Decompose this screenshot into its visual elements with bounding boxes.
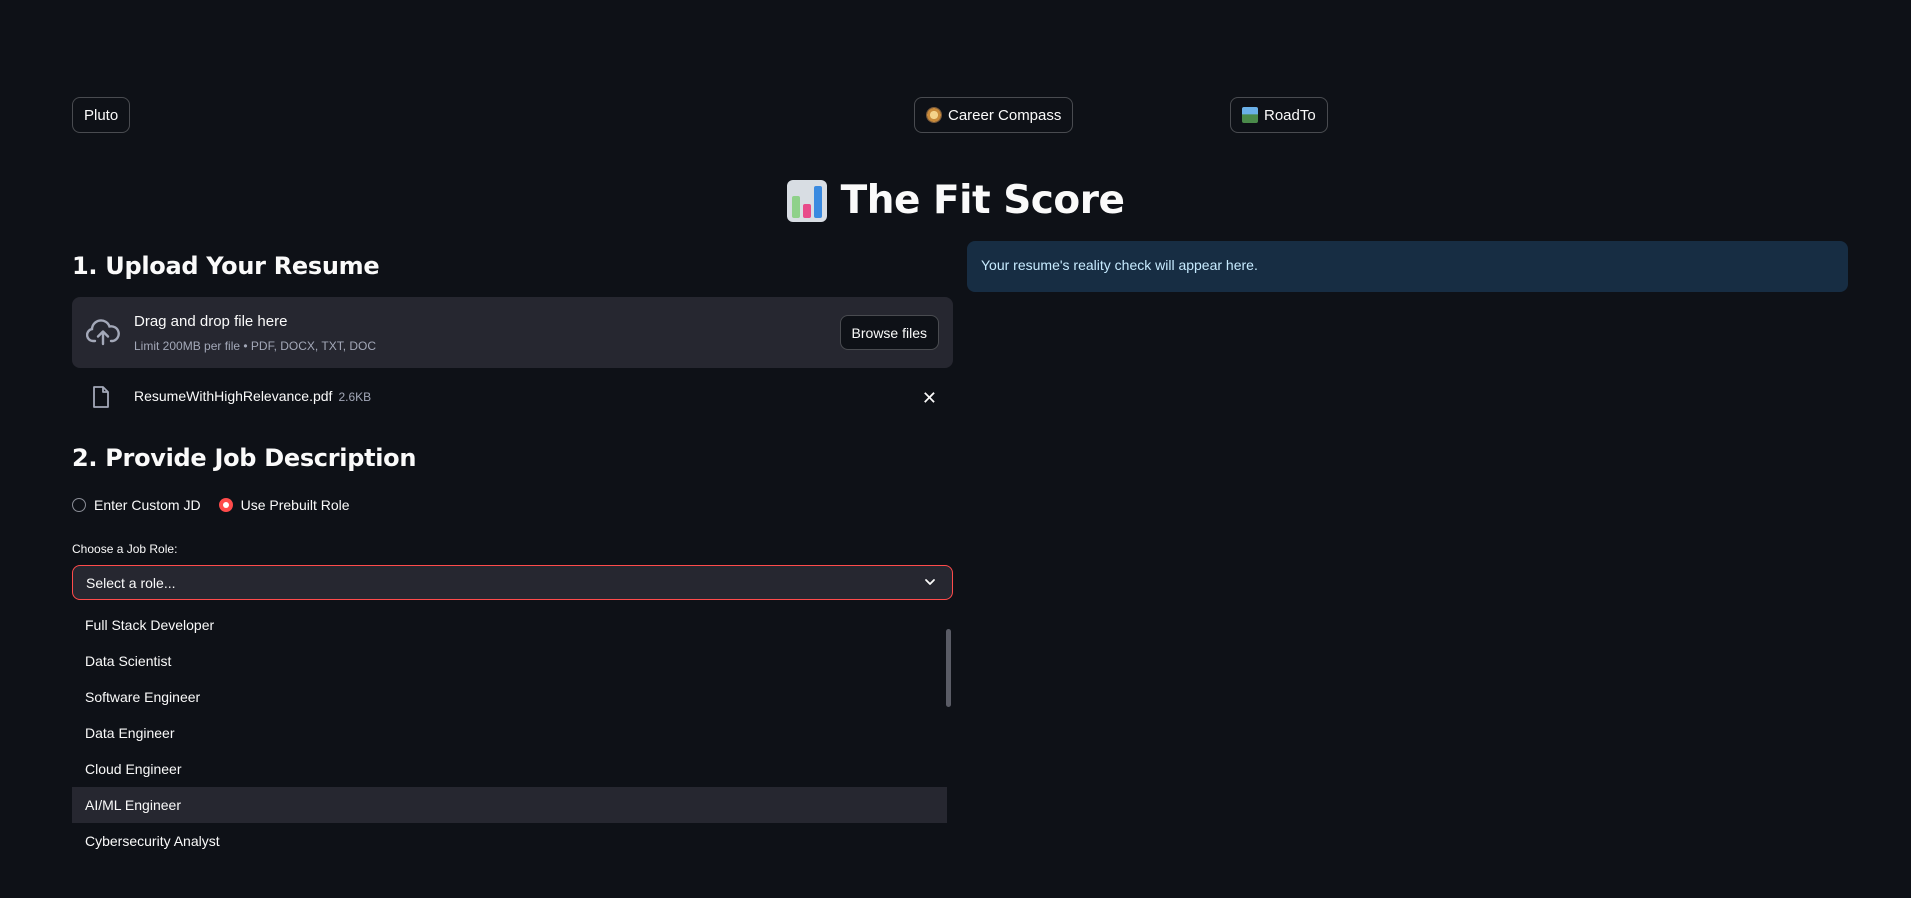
upload-heading: 1. Upload Your Resume [72, 252, 380, 280]
radio-prebuilt-role[interactable]: Use Prebuilt Role [218, 497, 350, 513]
dropdown-option[interactable]: Cybersecurity Analyst [72, 823, 947, 859]
browse-files-button[interactable]: Browse files [839, 315, 939, 350]
pluto-label: Pluto [84, 106, 119, 124]
limit-text: Limit 200MB per file • PDF, DOCX, TXT, D… [134, 339, 377, 353]
job-role-dropdown-menu: Full Stack Developer Data Scientist Soft… [72, 607, 953, 865]
dropdown-option[interactable]: Data Engineer [72, 715, 947, 751]
pluto-button[interactable]: Pluto [72, 97, 131, 133]
roadto-label: RoadTo [1264, 106, 1316, 124]
result-info-box: Your resume's reality check will appear … [967, 241, 1848, 292]
dropdown-scrollbar[interactable] [946, 629, 951, 707]
file-icon [93, 386, 109, 408]
radio-checked-icon [218, 498, 233, 512]
job-role-label: Choose a Job Role: [72, 542, 178, 556]
dropdown-option-hovered[interactable]: AI/ML Engineer [72, 787, 947, 823]
cloud-upload-icon [86, 319, 120, 346]
landscape-icon [1242, 107, 1258, 123]
job-description-heading: 2. Provide Job Description [72, 444, 417, 472]
remove-file-close-icon[interactable]: ✕ [922, 388, 937, 409]
dropdown-option[interactable]: Software Engineer [72, 679, 947, 715]
file-dropzone[interactable]: Drag and drop file here Limit 200MB per … [72, 297, 953, 368]
page-title-row: The Fit Score [0, 178, 1911, 223]
file-name: ResumeWithHighRelevance.pdf [134, 388, 333, 404]
dropdown-option[interactable]: Full Stack Developer [72, 607, 947, 643]
bar-chart-icon [786, 179, 827, 222]
radio-unchecked-icon [72, 498, 86, 512]
career-compass-label: Career Compass [948, 106, 1062, 124]
page-title: The Fit Score [840, 178, 1125, 223]
roadto-button[interactable]: RoadTo [1230, 97, 1328, 133]
dropdown-option[interactable]: Cloud Engineer [72, 751, 947, 787]
job-role-select[interactable]: Select a role... [72, 565, 953, 600]
file-size: 2.6KB [338, 390, 372, 404]
job-role-select-value: Select a role... [86, 575, 176, 591]
drop-text: Drag and drop file here [134, 313, 288, 330]
jd-mode-radio-group: Enter Custom JD Use Prebuilt Role [72, 497, 350, 513]
chevron-down-icon [925, 579, 935, 585]
career-compass-button[interactable]: Career Compass [914, 97, 1074, 133]
dropdown-option[interactable]: Data Scientist [72, 643, 947, 679]
radio-custom-jd[interactable]: Enter Custom JD [72, 497, 201, 513]
radio-prebuilt-role-label: Use Prebuilt Role [240, 497, 350, 513]
compass-icon [926, 107, 942, 123]
radio-custom-jd-label: Enter Custom JD [94, 497, 201, 513]
uploaded-file: ResumeWithHighRelevance.pdf 2.6KB ✕ [72, 382, 953, 412]
